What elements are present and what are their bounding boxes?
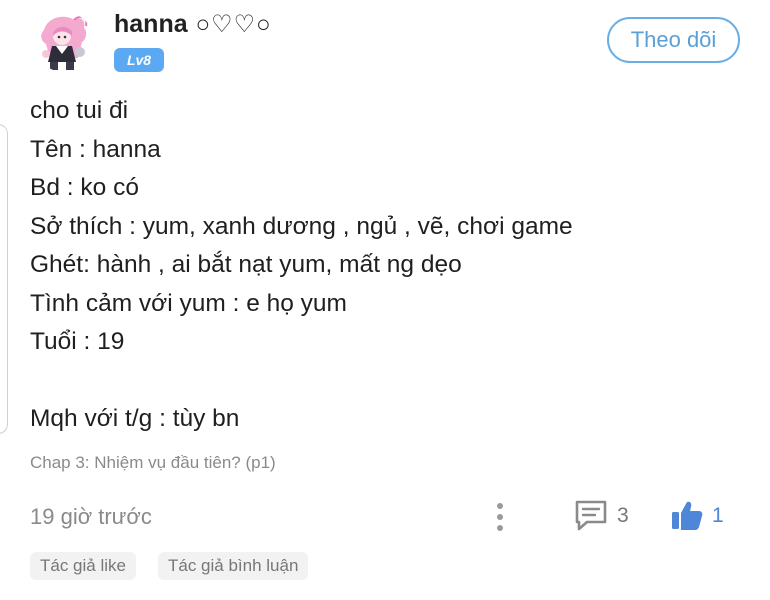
more-options-button[interactable]: [489, 500, 511, 534]
reply-count: 3: [617, 504, 629, 527]
comment-body: cho tui đi Tên : hanna Bd : ko có Sở thí…: [30, 92, 730, 439]
vertical-dots-icon: [497, 514, 503, 520]
vertical-dots-icon: [497, 503, 503, 509]
comment-line: cho tui đi: [30, 97, 129, 124]
username-decoration: ○♡♡○: [195, 11, 272, 38]
username[interactable]: hanna ○♡♡○: [114, 8, 272, 40]
level-badge: Lv8: [114, 48, 164, 72]
comment-timestamp: 19 giờ trước: [30, 504, 152, 529]
comment-line: [30, 362, 730, 401]
comment-line: Mqh với t/g : tùy bn: [30, 405, 240, 432]
comment-line: Tuổi : 19: [30, 328, 125, 355]
vertical-dots-icon: [497, 525, 503, 531]
avatar[interactable]: [34, 12, 94, 72]
comment-line: Tình cảm với yum : e họ yum: [30, 289, 347, 317]
like-count: 1: [712, 504, 724, 527]
comment-line: Sở thích : yum, xanh dương , ngủ , vẽ, c…: [30, 212, 573, 240]
comment-line: Tên : hanna: [30, 135, 161, 163]
thumbs-up-icon: [672, 501, 703, 530]
comment-line: Bd : ko có: [30, 174, 139, 201]
side-panel-edge: [0, 124, 8, 434]
tag-author-commented: Tác giả bình luận: [158, 552, 309, 580]
chapter-link[interactable]: Chap 3: Nhiệm vụ đầu tiên? (p1): [30, 453, 276, 473]
username-text: hanna: [114, 10, 188, 38]
speech-bubble-icon: [575, 500, 607, 531]
comment-line: Ghét: hành , ai bắt nạt yum, mất ng dẹo: [30, 251, 462, 278]
tag-author-liked: Tác giả like: [30, 552, 136, 580]
follow-button[interactable]: Theo dõi: [607, 17, 740, 63]
